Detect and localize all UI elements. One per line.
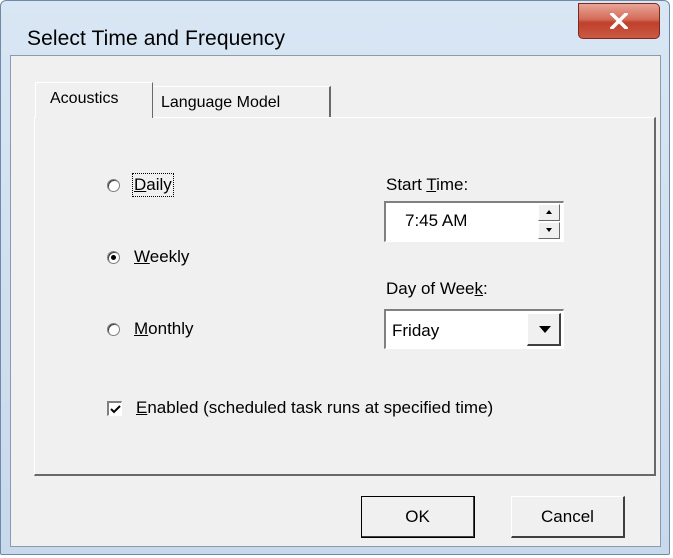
tab-acoustics-label: Acoustics xyxy=(50,90,119,107)
radio-daily-circle[interactable] xyxy=(107,178,120,192)
title-bar[interactable]: Select Time and Frequency xyxy=(1,1,669,57)
spin-down-icon xyxy=(546,228,552,232)
enabled-label: Enabled (scheduled task runs at specifie… xyxy=(136,398,494,417)
checkmark-icon xyxy=(110,404,121,413)
window-title: Select Time and Frequency xyxy=(27,27,286,50)
radio-monthly[interactable]: Monthly xyxy=(107,319,194,339)
chevron-down-icon xyxy=(539,326,551,333)
day-of-week-value: Friday xyxy=(392,321,440,340)
radio-daily[interactable]: Daily xyxy=(107,173,174,197)
enabled-checkbox[interactable] xyxy=(107,400,122,416)
tab-language-model[interactable]: Language Model xyxy=(153,86,331,119)
spin-up-button[interactable] xyxy=(538,204,560,221)
dropdown-button[interactable] xyxy=(527,313,561,346)
radio-monthly-label: Monthly xyxy=(134,319,194,338)
tab-panel-acoustics xyxy=(34,117,656,476)
start-time-value: 7:45 AM xyxy=(405,211,468,230)
close-icon xyxy=(610,13,628,29)
tab-language-model-label: Language Model xyxy=(161,94,281,111)
radio-monthly-circle[interactable] xyxy=(107,322,120,336)
close-button[interactable] xyxy=(578,3,660,39)
enabled-checkbox-row[interactable]: Enabled (scheduled task runs at specifie… xyxy=(107,398,493,418)
spin-up-icon xyxy=(546,210,552,214)
radio-weekly-label: Weekly xyxy=(134,247,190,266)
cancel-button[interactable]: Cancel xyxy=(511,496,625,538)
radio-weekly[interactable]: Weekly xyxy=(107,247,189,267)
radio-weekly-circle[interactable] xyxy=(107,250,120,264)
start-time-input[interactable]: 7:45 AM xyxy=(384,201,564,242)
radio-daily-label: Daily xyxy=(132,173,174,197)
day-of-week-label: Day of Week: xyxy=(386,279,488,298)
spin-down-button[interactable] xyxy=(538,222,560,239)
start-time-label: Start Time: xyxy=(386,175,469,194)
tab-acoustics[interactable]: Acoustics xyxy=(35,82,153,118)
ok-button[interactable]: OK xyxy=(361,496,475,538)
day-of-week-select[interactable]: Friday xyxy=(384,309,564,349)
